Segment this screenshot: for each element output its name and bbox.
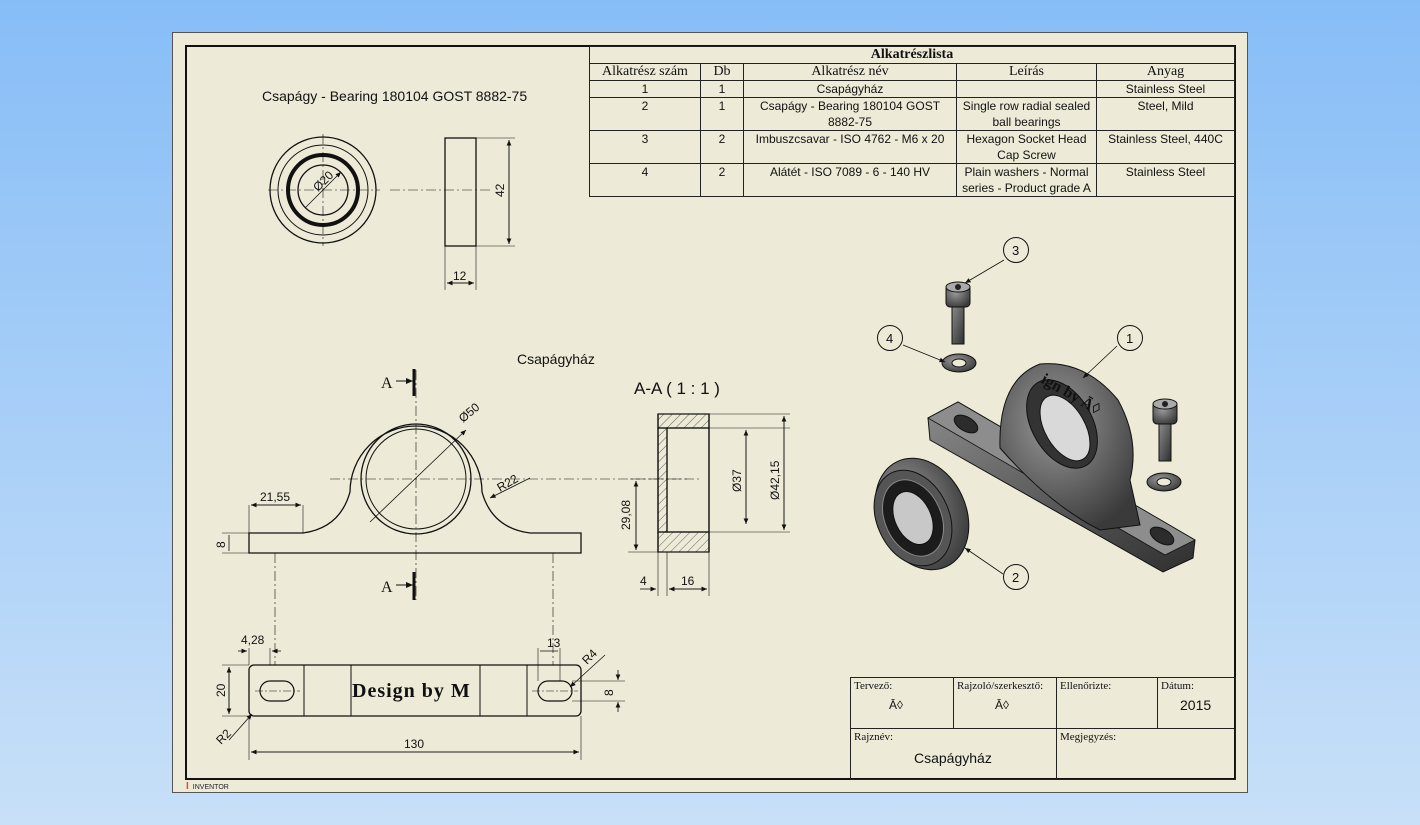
title-block-date: Dátum: 2015 bbox=[1157, 677, 1236, 729]
col-header-qty: Db bbox=[700, 63, 744, 81]
col-header-material: Anyag bbox=[1096, 63, 1235, 81]
app-badge-label: INVENTOR bbox=[192, 784, 229, 791]
cell-material: Stainless Steel, 440C bbox=[1096, 130, 1235, 164]
notes-label: Megjegyzés: bbox=[1060, 731, 1117, 743]
date-value: 2015 bbox=[1180, 697, 1212, 713]
title-block-checked: Ellenőrizte: bbox=[1056, 677, 1158, 729]
cell-part-name: Csapágyház bbox=[743, 80, 957, 98]
cell-qty: 2 bbox=[700, 130, 744, 164]
parts-list-table: Alkatrészlista Alkatrész szám Db Alkatré… bbox=[589, 46, 1235, 197]
parts-list-header-row: Alkatrész szám Db Alkatrész név Leírás A… bbox=[589, 63, 1235, 81]
cell-part-number: 4 bbox=[589, 163, 701, 197]
cell-part-number: 3 bbox=[589, 130, 701, 164]
cell-part-number: 2 bbox=[589, 97, 701, 131]
table-row: 4 2 Alátét - ISO 7089 - 6 - 140 HV Plain… bbox=[589, 163, 1235, 197]
designer-value: Ā◊ bbox=[889, 698, 903, 712]
checked-label: Ellenőrizte: bbox=[1060, 680, 1112, 692]
title-block-notes: Megjegyzés: bbox=[1056, 728, 1236, 780]
title-block-drafter: Rajzoló/szerkesztő: Ā◊ bbox=[953, 677, 1057, 729]
cell-description: Plain washers - Normal series - Product … bbox=[956, 163, 1097, 197]
drawing-name-value: Csapágyház bbox=[914, 750, 992, 766]
inventor-logo-icon: I bbox=[186, 781, 189, 792]
title-block-designer: Tervező: Ā◊ bbox=[850, 677, 954, 729]
cell-description: Hexagon Socket Head Cap Screw bbox=[956, 130, 1097, 164]
table-row: 3 2 Imbuszcsavar - ISO 4762 - M6 x 20 He… bbox=[589, 130, 1235, 164]
cell-material: Steel, Mild bbox=[1096, 97, 1235, 131]
cell-part-number: 1 bbox=[589, 80, 701, 98]
app-badge: I INVENTOR bbox=[186, 781, 229, 792]
cell-description bbox=[956, 80, 1097, 98]
cell-material: Stainless Steel bbox=[1096, 80, 1235, 98]
col-header-part-name: Alkatrész név bbox=[743, 63, 957, 81]
table-row: 1 1 Csapágyház Stainless Steel bbox=[589, 80, 1235, 98]
cell-description: Single row radial sealed ball bearings bbox=[956, 97, 1097, 131]
parts-list-title: Alkatrészlista bbox=[589, 46, 1235, 64]
title-block-drawing-name: Rajznév: Csapágyház bbox=[850, 728, 1057, 780]
designer-label: Tervező: bbox=[854, 680, 893, 692]
table-row: 2 1 Csapágy - Bearing 180104 GOST 8882-7… bbox=[589, 97, 1235, 131]
cell-qty: 1 bbox=[700, 80, 744, 98]
col-header-part-number: Alkatrész szám bbox=[589, 63, 701, 81]
drawing-name-label: Rajznév: bbox=[854, 731, 894, 743]
drafter-label: Rajzoló/szerkesztő: bbox=[957, 680, 1044, 692]
date-label: Dátum: bbox=[1161, 680, 1194, 692]
cell-material: Stainless Steel bbox=[1096, 163, 1235, 197]
cell-part-name: Alátét - ISO 7089 - 6 - 140 HV bbox=[743, 163, 957, 197]
col-header-description: Leírás bbox=[956, 63, 1097, 81]
drafter-value: Ā◊ bbox=[995, 698, 1009, 712]
cell-qty: 2 bbox=[700, 163, 744, 197]
cell-part-name: Csapágy - Bearing 180104 GOST 8882-75 bbox=[743, 97, 957, 131]
cell-part-name: Imbuszcsavar - ISO 4762 - M6 x 20 bbox=[743, 130, 957, 164]
cell-qty: 1 bbox=[700, 97, 744, 131]
